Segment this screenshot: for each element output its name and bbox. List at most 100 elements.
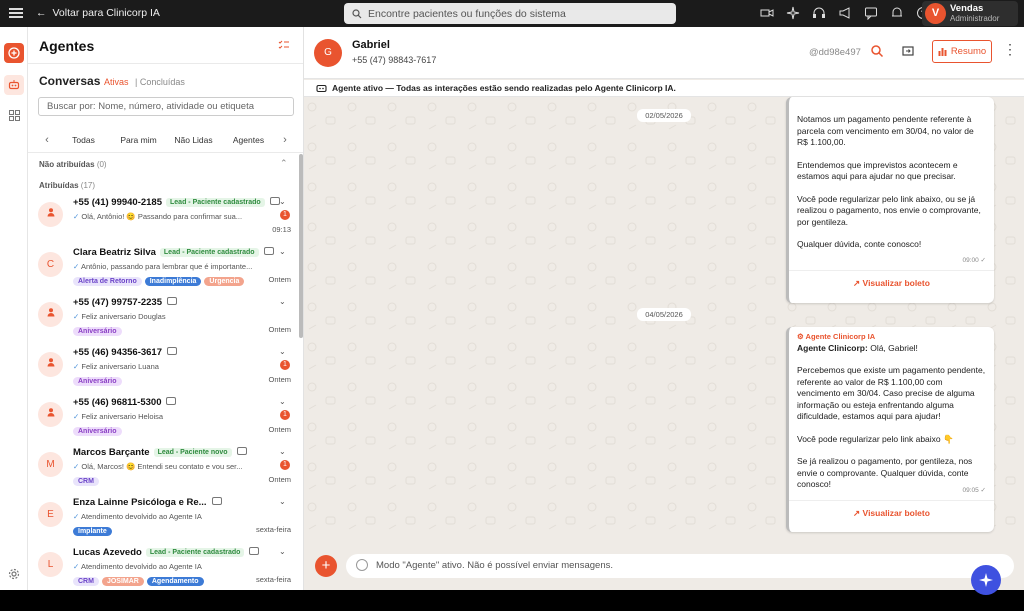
list-item[interactable]: +55 (47) 99757-2235 ✓ Feliz aniversario D… xyxy=(28,295,298,345)
unread-badge: 1 xyxy=(280,360,290,370)
chevron-down-icon[interactable]: ⌄ xyxy=(279,297,286,306)
chevron-down-icon[interactable]: ⌄ xyxy=(279,547,286,556)
banner-text: Agente ativo — Todas as interações estão… xyxy=(332,83,676,93)
view-boleto-link[interactable]: ↗ Visualizar boleto xyxy=(789,278,994,290)
back-link[interactable]: ← Voltar para Clinicorp IA xyxy=(36,7,160,19)
message-input[interactable]: Modo "Agente" ativo. Não é possível envi… xyxy=(346,554,1014,578)
chevron-down-icon[interactable]: ⌄ xyxy=(279,347,286,356)
message-text: Você pode regularizar pelo link abaixo, … xyxy=(797,193,981,227)
user-menu[interactable]: V Vendas Administrador xyxy=(922,1,1018,26)
contact-name[interactable]: Gabriel xyxy=(352,39,390,51)
settings-button[interactable] xyxy=(4,564,24,584)
avatar xyxy=(38,402,63,427)
contact-hash: @dd98e497 xyxy=(809,47,861,58)
unread-badge: 1 xyxy=(280,460,290,470)
section-assigned[interactable]: Atribuídas (17) xyxy=(39,181,95,190)
transfer-icon[interactable] xyxy=(901,44,915,58)
message-bubble: ⚙ Agente Clinicorp IA Agente Clinicorp: … xyxy=(786,327,994,532)
message-time: Ontem xyxy=(268,275,291,284)
avatar xyxy=(38,202,63,227)
label-chip: CRM xyxy=(73,577,99,586)
conversation-panel: Agentes Conversas Ativas | Concluídas Bu… xyxy=(28,27,304,590)
global-search-placeholder: Encontre pacientes ou funções do sistema xyxy=(368,7,566,20)
avatar: L xyxy=(38,552,63,577)
filter-tab-agents[interactable]: Agentes xyxy=(221,135,276,145)
message-time: 09:13 xyxy=(272,225,291,234)
message-text: Notamos um pagamento pendente referente … xyxy=(797,114,974,147)
check-icon: ✓ xyxy=(73,462,80,471)
message-time: Ontem xyxy=(268,425,291,434)
label-chip: Agendamento xyxy=(146,577,204,586)
emoji-icon[interactable] xyxy=(356,559,368,571)
avatar xyxy=(38,352,63,377)
conversation-search-input[interactable]: Buscar por: Nome, número, atividade ou e… xyxy=(38,97,294,116)
bell-icon[interactable] xyxy=(890,6,904,20)
chevron-down-icon[interactable]: ⌄ xyxy=(279,497,286,506)
chevron-up-icon[interactable]: ⌃ xyxy=(280,158,288,169)
video-icon[interactable] xyxy=(760,6,774,20)
message-text: Qualquer dúvida, conte conosco! xyxy=(797,239,922,249)
tab-completed[interactable]: Concluídas xyxy=(140,77,185,87)
chat-icon[interactable] xyxy=(864,6,878,20)
scrollbar[interactable] xyxy=(299,154,303,338)
robot-icon xyxy=(211,497,222,505)
label-chip: JOSIMAR xyxy=(101,577,144,586)
label-chip: CRM xyxy=(73,477,99,486)
checklist-icon[interactable] xyxy=(278,40,290,50)
megaphone-icon[interactable] xyxy=(838,6,852,20)
list-item[interactable]: C Clara Beatriz Silva Lead - Paciente cada… xyxy=(28,245,298,295)
list-item[interactable]: L Lucas Azevedo Lead - Paciente cadastrado… xyxy=(28,545,298,590)
conversations-title: Conversas xyxy=(39,74,101,88)
attach-button[interactable]: + xyxy=(315,555,337,577)
contact-avatar[interactable]: G xyxy=(314,39,342,67)
avatar: M xyxy=(38,452,63,477)
check-icon: ✓ xyxy=(73,562,80,571)
sparkle-icon[interactable] xyxy=(786,6,800,20)
contact-name: +55 (47) 99757-2235 xyxy=(73,297,178,308)
global-search-input[interactable]: Encontre pacientes ou funções do sistema xyxy=(344,3,676,24)
section-unassigned[interactable]: Não atribuídas (0) xyxy=(39,160,107,169)
person-icon xyxy=(47,358,54,367)
composer: + Modo "Agente" ativo. Não é possível en… xyxy=(304,542,1024,590)
list-item[interactable]: M Marcos Barçante Lead - Paciente novo ✓ Ol… xyxy=(28,445,298,495)
message-sender: ⚙ Agente Clinicorp IA xyxy=(797,332,876,341)
list-item[interactable]: +55 (46) 96811-5300 ✓ Feliz aniversario H… xyxy=(28,395,298,445)
robot-icon xyxy=(166,397,177,405)
lead-tag: Lead - Paciente cadastrado xyxy=(166,198,265,207)
chevron-down-icon[interactable]: ⌄ xyxy=(279,397,286,406)
lead-tag: Lead - Paciente cadastrado xyxy=(145,548,245,557)
list-item[interactable]: E Enza Lainne Psicóloga e Re... ✓ Atendime… xyxy=(28,495,298,545)
chevron-down-icon[interactable]: ⌄ xyxy=(279,447,286,456)
contact-phone: +55 (47) 98843-7617 xyxy=(352,55,437,65)
divider xyxy=(789,270,994,271)
ai-assistant-button[interactable] xyxy=(971,565,1001,595)
headset-icon[interactable] xyxy=(812,6,826,20)
contact-name: Clara Beatriz Silva Lead - Paciente cadas… xyxy=(73,247,274,258)
more-options-icon[interactable]: ⋮ xyxy=(1003,41,1017,58)
check-icon: ✓ xyxy=(73,212,80,221)
divider xyxy=(789,500,994,501)
chevron-down-icon[interactable]: ⌄ xyxy=(279,247,286,256)
menu-icon[interactable] xyxy=(9,6,23,20)
chevron-left-icon[interactable]: ‹ xyxy=(38,134,56,146)
search-icon[interactable] xyxy=(870,44,884,58)
chevron-right-icon[interactable]: › xyxy=(276,134,294,146)
robot-icon xyxy=(316,84,327,93)
filter-tab-unread[interactable]: Não Lidas xyxy=(166,135,221,145)
dashboard-nav-button[interactable] xyxy=(4,105,24,125)
view-boleto-link[interactable]: ↗ Visualizar boleto xyxy=(789,508,994,520)
list-item[interactable]: +55 (46) 94356-3617 ✓ Feliz aniversario L… xyxy=(28,345,298,395)
summary-button[interactable]: Resumo xyxy=(932,40,992,63)
check-icon: ✓ xyxy=(73,412,80,421)
check-icon: ✓ xyxy=(73,262,80,271)
filter-tab-mine[interactable]: Para mim xyxy=(111,135,166,145)
message-text: Entendemos que imprevistos acontecem e e… xyxy=(797,159,958,182)
chevron-down-icon[interactable]: ⌄ xyxy=(279,197,286,206)
sparkle-icon xyxy=(979,573,993,587)
message-time: sexta-feira xyxy=(255,575,291,584)
tab-active[interactable]: Ativas xyxy=(104,77,129,87)
new-conversation-button[interactable] xyxy=(4,43,24,63)
agents-nav-button[interactable] xyxy=(4,75,24,95)
filter-tab-all[interactable]: Todas xyxy=(56,135,111,145)
list-item[interactable]: +55 (41) 99940-2185 Lead - Paciente cadas… xyxy=(28,195,298,245)
